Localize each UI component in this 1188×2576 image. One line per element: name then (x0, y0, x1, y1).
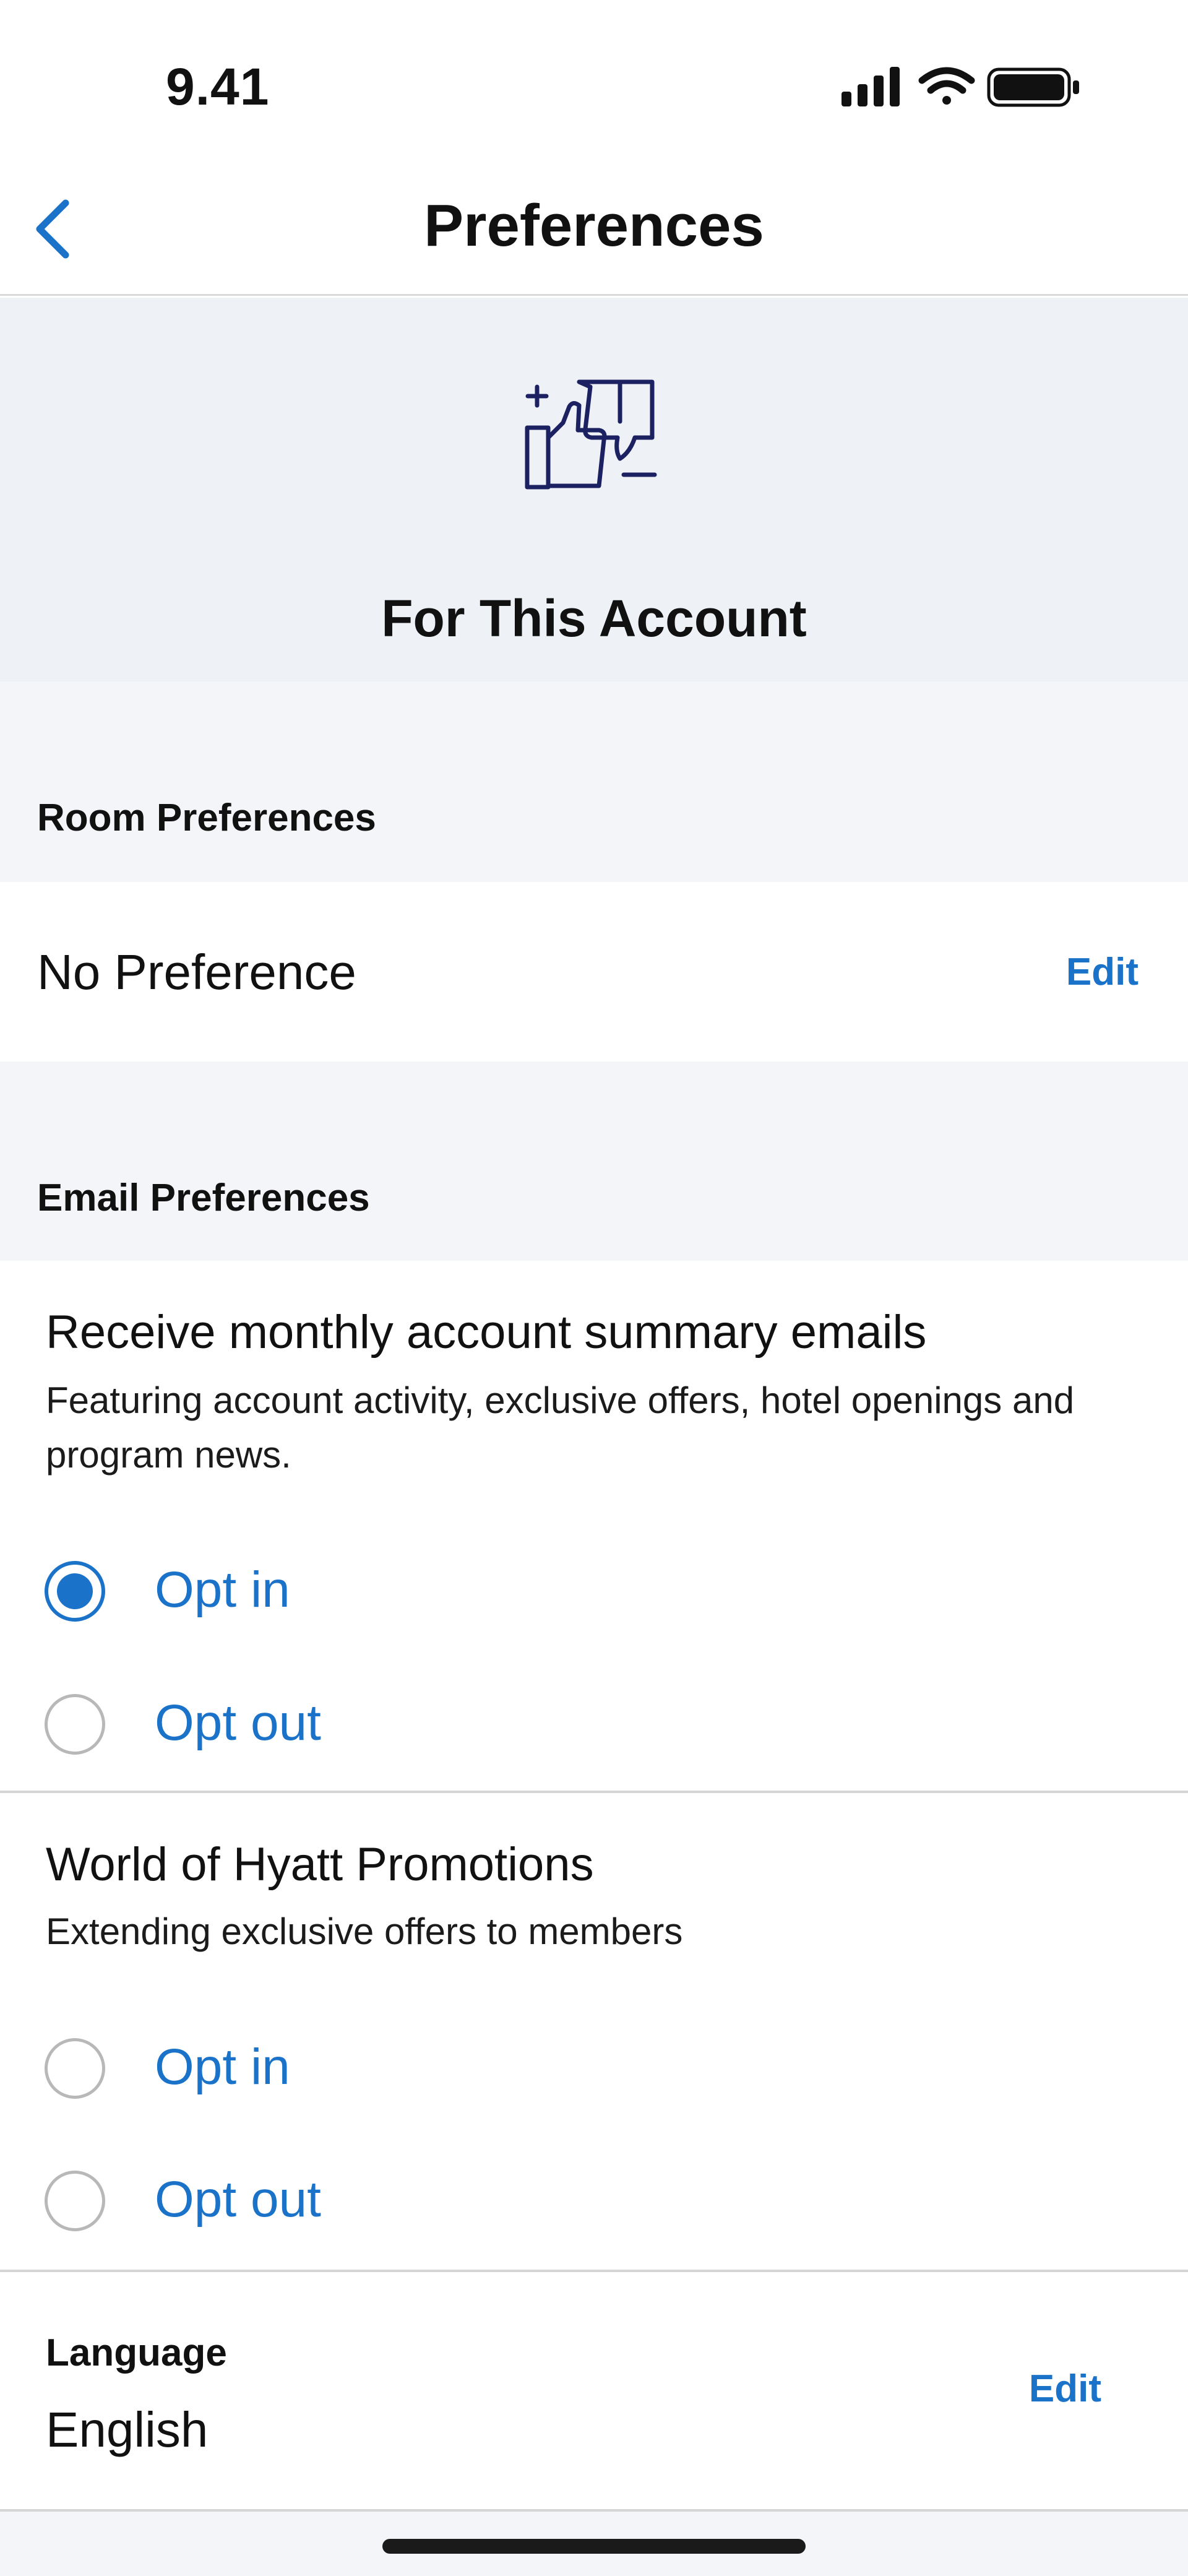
radio-unselected-icon[interactable] (45, 2171, 105, 2231)
room-preference-row: No Preference Edit (0, 882, 1188, 1061)
radio-unselected-icon[interactable] (45, 1694, 105, 1755)
room-preference-value: No Preference (37, 944, 356, 1000)
email-option-group-monthly-summary: Receive monthly account summary emails F… (0, 1261, 1188, 1791)
opt-out-label: Opt out (155, 2171, 321, 2228)
hyatt-promotions-opt-in-option[interactable]: Opt in (37, 2025, 594, 2111)
room-preferences-header: Room Preferences (0, 681, 1188, 882)
home-indicator (382, 2539, 806, 2554)
hyatt-promotions-opt-out-option[interactable]: Opt out (37, 2157, 594, 2244)
monthly-summary-opt-out-option[interactable]: Opt out (37, 1680, 594, 1767)
account-hero: For This Account (0, 298, 1188, 681)
email-option-group-hyatt-promotions: World of Hyatt Promotions Extending excl… (0, 1793, 1188, 2270)
opt-in-label: Opt in (155, 1562, 290, 1618)
email-preferences-header: Email Preferences (0, 1061, 1188, 1261)
room-preference-edit-link[interactable]: Edit (1066, 950, 1138, 994)
room-preferences-title: Room Preferences (37, 797, 376, 839)
thumbs-up-down-icon (525, 379, 657, 490)
hyatt-promotions-description: Extending exclusive offers to members (46, 1911, 683, 1952)
nav-bar: Preferences (0, 161, 1188, 296)
status-bar: 9.41 (0, 0, 1188, 161)
status-icons (842, 64, 1089, 109)
monthly-summary-opt-in-option[interactable]: Opt in (37, 1547, 594, 1634)
cellular-signal-icon (842, 67, 900, 106)
hyatt-promotions-title: World of Hyatt Promotions (46, 1838, 594, 1891)
radio-selected-icon[interactable] (45, 1561, 105, 1622)
opt-out-label: Opt out (155, 1695, 321, 1751)
hero-title: For This Account (381, 589, 807, 647)
email-preferences-title: Email Preferences (37, 1177, 370, 1219)
wifi-icon (918, 67, 975, 105)
monthly-summary-title: Receive monthly account summary emails (46, 1306, 927, 1359)
status-time: 9.41 (166, 58, 270, 116)
language-label: Language (46, 2332, 227, 2374)
opt-in-label: Opt in (155, 2039, 290, 2095)
monthly-summary-description: Featuring account activity, exclusive of… (46, 1380, 1075, 1476)
radio-unselected-icon[interactable] (45, 2038, 105, 2099)
language-edit-link[interactable]: Edit (1029, 2367, 1101, 2411)
language-row: Language English Edit (0, 2272, 1188, 2509)
language-value: English (46, 2402, 209, 2457)
page-title: Preferences (424, 192, 764, 259)
battery-icon (987, 67, 1079, 107)
